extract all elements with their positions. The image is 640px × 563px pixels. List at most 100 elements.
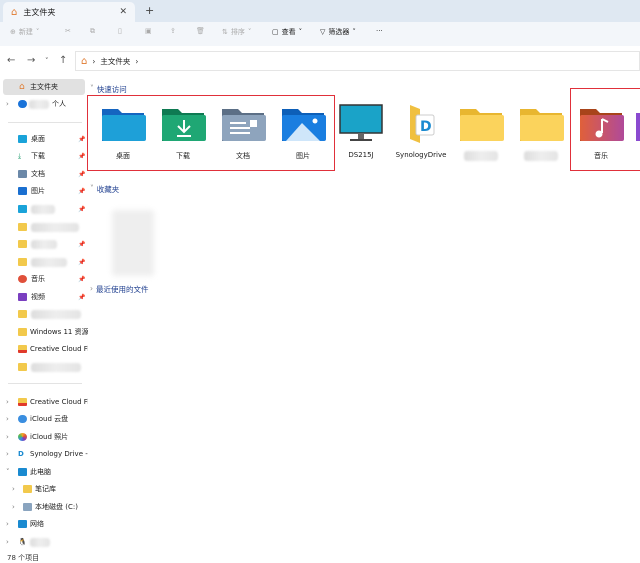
pin-icon[interactable]: 📌 [78,153,85,160]
content-area: ˅ 快速访问 桌面 下载 文档 图片 DS215J D SynologyDrive … [87,78,640,553]
label: 此电脑 [30,468,51,476]
pin-icon[interactable]: 📌 [78,136,85,143]
downloads-folder-icon [162,109,206,141]
delete-icon[interactable]: 🗑 [196,27,205,35]
sidebar-item-pictures[interactable]: 图片 📌 [0,183,88,199]
more-button[interactable]: ··· [376,27,383,35]
recent-dropdown-icon[interactable]: ˅ [45,57,49,65]
label: 音乐 [31,275,45,283]
address-bar[interactable]: ⌂ › 主文件夹 › [75,51,640,71]
label: 最近使用的文件 [96,285,149,294]
label: 下载 [176,152,190,160]
sidebar-item-blurred[interactable] [0,306,88,322]
sidebar-item-notes[interactable]: › 笔记库 [0,481,88,497]
tile-desktop[interactable]: 桌面 [94,103,152,161]
section-favorites[interactable]: ˅ 收藏夹 [90,184,119,195]
folder-icon [23,485,32,493]
folder-icon [18,328,27,336]
creative-cloud-icon [18,398,27,406]
copy-icon[interactable]: ⧉ [90,27,95,36]
address-row: ← → ˅ ↑ ⌂ › 主文件夹 › [0,50,640,72]
sidebar-item-win11[interactable]: Windows 11 资源 [0,324,88,340]
new-button[interactable]: ⊕ 新建 ˅ [10,27,39,37]
sidebar-item-documents[interactable]: 文档 📌 [0,166,88,182]
chevron-right-icon: › [6,450,9,458]
pictures-folder-icon [282,109,326,141]
tile-ds215j[interactable]: DS215J [332,103,390,161]
sidebar-item-linux[interactable]: › 🐧 [0,534,88,550]
tile-documents[interactable]: 文档 [214,103,272,161]
sort-button[interactable]: ⇅ 排序 ˅ [222,27,251,37]
tile-synologydrive[interactable]: D SynologyDrive [392,103,450,161]
sidebar-item-network[interactable]: › 网络 [0,516,88,532]
command-bar: ⊕ 新建 ˅ ✂ ⧉ ▯ ▣ ⇪ 🗑 ⇅ 排序 ˅ ▢ 查看 ˅ ▽ 筛选器 ˅ ··· [0,22,640,46]
tab-home[interactable]: ⌂ 主文件夹 ✕ [3,2,135,22]
label: 主文件夹 [30,83,58,91]
sidebar-item-blurred[interactable] [0,219,88,235]
folder-icon [18,310,27,318]
section-quick-access[interactable]: ˅ 快速访问 [90,84,127,95]
chevron-down-icon: ˅ [90,184,94,193]
sidebar-item-videos[interactable]: 视频 📌 [0,289,88,305]
navigation-pane: ⌂ 主文件夹 › 个人 桌面 📌 ⤓ 下载 📌 文档 📌 图片 📌 📌 📌 📌 音乐 📌 视频 📌… [0,78,88,553]
tile-blurred-folder[interactable] [512,103,570,161]
paste-icon[interactable]: ▯ [118,27,122,35]
folder-icon [460,109,504,141]
sidebar-item-onedrive[interactable]: › 个人 [0,96,88,112]
sidebar-item-blurred[interactable]: 📌 [0,254,88,270]
pin-icon[interactable]: 📌 [78,294,85,301]
folder-icon [520,109,564,141]
folder-icon [18,223,27,231]
section-recent[interactable]: › 最近使用的文件 [90,284,149,295]
up-icon[interactable]: ↑ [59,55,67,66]
sidebar-item-this-pc[interactable]: ˅ 此电脑 [0,464,88,480]
share-icon[interactable]: ⇪ [170,27,176,35]
tile-pictures[interactable]: 图片 [274,103,332,161]
tile-downloads[interactable]: 下载 [154,103,212,161]
pin-icon[interactable]: 📌 [78,188,85,195]
monitor-icon [18,205,27,213]
sidebar-item-blurred[interactable]: 📌 [0,236,88,252]
sidebar-item-blurred[interactable] [0,359,88,375]
label: SynologyDrive [395,151,447,159]
folder-icon [18,240,27,248]
sidebar-item-synology[interactable]: › D Synology Drive - [0,446,88,462]
sidebar-item-downloads[interactable]: ⤓ 下载 📌 [0,148,88,164]
pin-icon[interactable]: 📌 [78,241,85,248]
filter-button[interactable]: ▽ 筛选器 ˅ [320,27,356,37]
sidebar-item-creative-cloud-files[interactable]: › Creative Cloud Fil [0,394,88,410]
sidebar-item-home[interactable]: ⌂ 主文件夹 [3,79,85,95]
new-tab-button[interactable]: + [145,4,154,17]
label: 文档 [236,152,250,160]
forward-icon[interactable]: → [27,55,35,66]
label: 图片 [31,187,45,195]
sidebar-item-blurred[interactable]: 📌 [0,201,88,217]
sort-label: 排序 [230,28,245,36]
sidebar-item-icloud-photos[interactable]: › iCloud 照片 [0,429,88,445]
plus-circle-icon: ⊕ [10,28,16,36]
sidebar-item-creative-cloud[interactable]: Creative Cloud Fil [0,341,88,357]
sidebar-item-icloud-drive[interactable]: › iCloud 云盘 [0,411,88,427]
tile-blurred-folder[interactable] [452,103,510,161]
sidebar-item-desktop[interactable]: 桌面 📌 [0,131,88,147]
back-icon[interactable]: ← [7,55,15,66]
rename-icon[interactable]: ▣ [145,27,152,35]
pin-icon[interactable]: 📌 [78,171,85,178]
view-button[interactable]: ▢ 查看 ˅ [272,27,302,37]
close-tab-button[interactable]: ✕ [119,7,127,17]
breadcrumb-home[interactable]: 主文件夹 [100,56,130,67]
chevron-right-icon: › [12,485,15,493]
cut-icon[interactable]: ✂ [65,27,71,35]
icloud-icon [18,415,27,423]
home-icon: ⌂ [11,6,18,18]
download-icon: ⤓ [18,151,22,160]
pin-icon[interactable]: 📌 [78,259,85,266]
pin-icon[interactable]: 📌 [78,276,85,283]
pin-icon[interactable]: 📌 [78,206,85,213]
sidebar-item-music[interactable]: 音乐 📌 [0,271,88,287]
sidebar-item-local-disk[interactable]: › 本地磁盘 (C:) [0,499,88,515]
label: Creative Cloud Fil [30,398,88,406]
monitor-icon [339,104,383,141]
chevron-down-icon: ˅ [90,84,94,93]
tile-music[interactable]: 音乐 [572,103,630,161]
